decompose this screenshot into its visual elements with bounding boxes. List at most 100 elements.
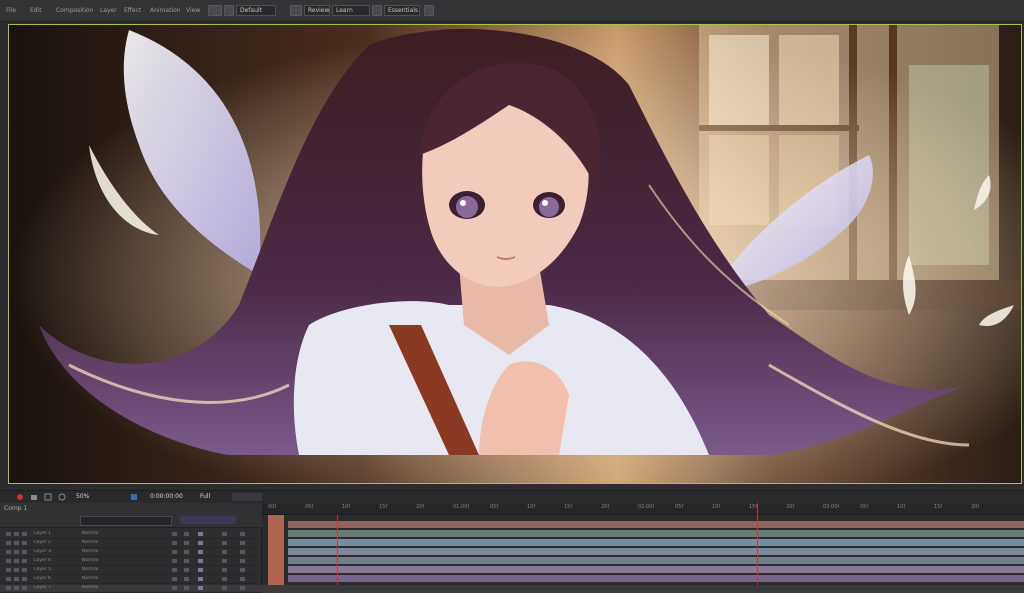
- lock-icon[interactable]: [22, 586, 27, 590]
- layer-mode[interactable]: Normal: [82, 540, 116, 546]
- visibility-icon[interactable]: [6, 577, 11, 581]
- switch-icon[interactable]: [184, 559, 189, 563]
- layer-name[interactable]: Layer 5: [34, 567, 70, 573]
- tool-button[interactable]: [224, 5, 234, 16]
- switch-icon[interactable]: [184, 532, 189, 536]
- tool-button[interactable]: [372, 5, 382, 16]
- toolbar-field-3[interactable]: Learn: [332, 5, 370, 16]
- parent-icon[interactable]: [222, 577, 227, 581]
- camera-icon[interactable]: [30, 493, 38, 501]
- layer-mode[interactable]: Normal: [82, 585, 116, 591]
- layer-row[interactable]: Layer 1 Normal: [0, 530, 262, 539]
- layer-name[interactable]: Layer 6: [34, 576, 70, 582]
- solo-icon[interactable]: [14, 586, 19, 590]
- parent-icon[interactable]: [222, 550, 227, 554]
- layer-mode[interactable]: Normal: [82, 576, 116, 582]
- switch-icon[interactable]: [172, 577, 177, 581]
- menu-edit[interactable]: Edit: [30, 5, 42, 16]
- layer-duration-bar[interactable]: [288, 566, 1024, 573]
- layer-mode[interactable]: Normal: [82, 558, 116, 564]
- lock-icon[interactable]: [22, 559, 27, 563]
- layer-search-input[interactable]: [80, 516, 172, 526]
- visibility-icon[interactable]: [6, 532, 11, 536]
- layer-name[interactable]: Layer 3: [34, 549, 70, 555]
- parent-icon[interactable]: [240, 541, 245, 545]
- comp-name[interactable]: Comp 1: [4, 505, 27, 512]
- switch-icon[interactable]: [184, 577, 189, 581]
- label-color-icon[interactable]: [198, 541, 203, 545]
- layer-duration-bar[interactable]: [288, 539, 1024, 546]
- tool-button[interactable]: [208, 5, 222, 16]
- visibility-icon[interactable]: [6, 586, 11, 590]
- parent-icon[interactable]: [222, 541, 227, 545]
- toolbar-field-4[interactable]: Essentials: [384, 5, 420, 16]
- toolbar-field-2[interactable]: Review: [304, 5, 330, 16]
- time-marker[interactable]: [757, 503, 758, 585]
- switch-icon[interactable]: [172, 559, 177, 563]
- visibility-icon[interactable]: [6, 559, 11, 563]
- visibility-icon[interactable]: [6, 541, 11, 545]
- switch-icon[interactable]: [184, 541, 189, 545]
- layer-name[interactable]: Layer 7: [34, 585, 70, 591]
- layer-duration-bar[interactable]: [288, 521, 1024, 528]
- menu-view[interactable]: View: [186, 5, 200, 16]
- record-icon[interactable]: [16, 493, 24, 501]
- current-time-indicator[interactable]: [337, 515, 338, 585]
- label-color-icon[interactable]: [198, 586, 203, 590]
- timecode[interactable]: 0:00:00:00: [150, 493, 183, 500]
- work-area-start[interactable]: [268, 515, 284, 585]
- solo-icon[interactable]: [14, 559, 19, 563]
- mask-icon[interactable]: [58, 493, 66, 501]
- label-color-icon[interactable]: [198, 559, 203, 563]
- switch-icon[interactable]: [172, 550, 177, 554]
- layer-controls[interactable]: [180, 516, 236, 524]
- menu-file[interactable]: File: [6, 5, 16, 16]
- switch-icon[interactable]: [184, 568, 189, 572]
- layer-row[interactable]: Layer 4 Normal: [0, 557, 262, 566]
- label-color-icon[interactable]: [198, 577, 203, 581]
- parent-icon[interactable]: [222, 532, 227, 536]
- switch-icon[interactable]: [172, 568, 177, 572]
- lock-icon[interactable]: [22, 577, 27, 581]
- parent-icon[interactable]: [240, 550, 245, 554]
- solo-icon[interactable]: [14, 532, 19, 536]
- layer-mode[interactable]: Normal: [82, 549, 116, 555]
- parent-icon[interactable]: [240, 577, 245, 581]
- menu-layer[interactable]: Layer: [100, 5, 117, 16]
- layer-row[interactable]: Layer 6 Normal: [0, 575, 262, 584]
- parent-icon[interactable]: [222, 559, 227, 563]
- parent-icon[interactable]: [222, 586, 227, 590]
- switch-icon[interactable]: [172, 541, 177, 545]
- tool-button[interactable]: [290, 5, 302, 16]
- toolbar-field-1[interactable]: Default: [236, 5, 276, 16]
- parent-icon[interactable]: [240, 568, 245, 572]
- resolution[interactable]: Full: [200, 493, 210, 500]
- lock-icon[interactable]: [22, 532, 27, 536]
- menu-animation[interactable]: Animation: [150, 5, 181, 16]
- solo-icon[interactable]: [14, 577, 19, 581]
- label-color-icon[interactable]: [198, 550, 203, 554]
- menu-effect[interactable]: Effect: [124, 5, 141, 16]
- color-icon[interactable]: [130, 493, 138, 501]
- tool-button[interactable]: [424, 5, 434, 16]
- parent-icon[interactable]: [240, 586, 245, 590]
- visibility-icon[interactable]: [6, 568, 11, 572]
- layer-duration-bar[interactable]: [288, 530, 1024, 537]
- menu-composition[interactable]: Composition: [56, 5, 93, 16]
- switch-icon[interactable]: [184, 586, 189, 590]
- layer-name[interactable]: Layer 2: [34, 540, 70, 546]
- lock-icon[interactable]: [22, 541, 27, 545]
- layer-duration-bar[interactable]: [288, 575, 1024, 582]
- layer-row[interactable]: Layer 5 Normal: [0, 566, 262, 575]
- switch-icon[interactable]: [184, 550, 189, 554]
- solo-icon[interactable]: [14, 550, 19, 554]
- camera-dropdown[interactable]: [232, 493, 262, 501]
- layer-name[interactable]: Layer 4: [34, 558, 70, 564]
- layer-duration-bar[interactable]: [288, 548, 1024, 555]
- switch-icon[interactable]: [172, 532, 177, 536]
- layer-row[interactable]: Layer 7 Normal: [0, 584, 262, 593]
- layer-row[interactable]: Layer 3 Normal: [0, 548, 262, 557]
- lock-icon[interactable]: [22, 550, 27, 554]
- label-color-icon[interactable]: [198, 532, 203, 536]
- layer-duration-bar[interactable]: [288, 557, 1024, 564]
